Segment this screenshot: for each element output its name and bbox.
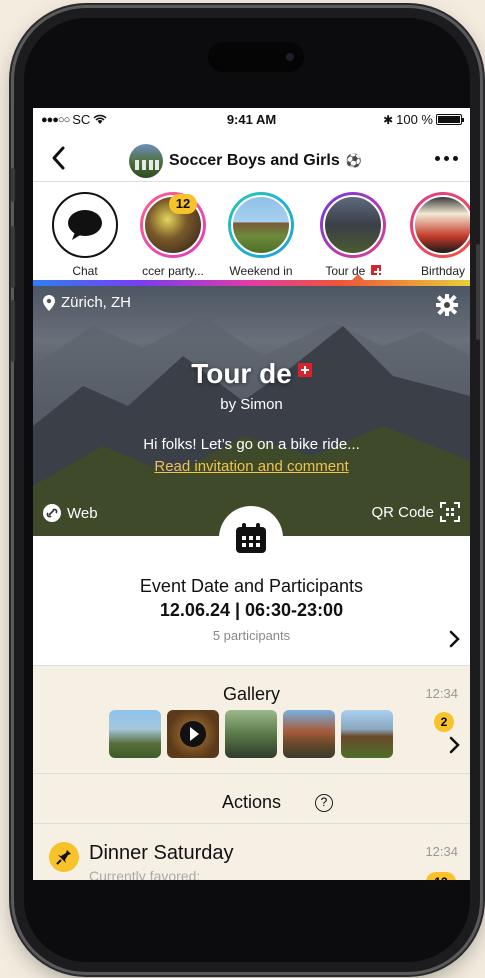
battery-group: ✱ 100 % — [383, 112, 464, 127]
action-subtitle: Currently favored: — [89, 868, 201, 880]
story-ring — [228, 192, 294, 258]
help-icon[interactable]: ? — [315, 794, 333, 812]
story-image — [413, 195, 470, 255]
bluetooth-icon: ✱ — [383, 112, 394, 127]
story-label: ccer party... — [142, 264, 204, 278]
story-label: Chat — [72, 264, 98, 278]
action-timestamp: 12:34 — [425, 844, 458, 859]
web-button[interactable]: Web — [43, 504, 98, 522]
location-text: Zürich, ZH — [61, 294, 132, 311]
group-avatar — [129, 144, 163, 178]
event-description: Hi folks! Let’s go on a bike ride... — [143, 436, 360, 453]
chevron-left-icon[interactable] — [47, 144, 71, 172]
gallery-thumbnail-video[interactable] — [167, 710, 219, 758]
actions-section: Actions ? — [33, 774, 470, 824]
qr-code-icon — [440, 502, 460, 522]
event-date: 12.06.24 | 06:30-23:00 — [159, 600, 344, 620]
play-icon — [180, 721, 206, 747]
gallery-timestamp: 12:34 — [425, 686, 458, 701]
story-badge: 12 — [169, 194, 197, 214]
story-birthday[interactable]: Birthday — [403, 192, 470, 278]
story-image — [231, 195, 291, 255]
chevron-right-icon[interactable] — [448, 736, 460, 754]
gallery-section[interactable]: Gallery 12:34 2 — [33, 666, 470, 774]
web-label: Web — [67, 504, 98, 522]
group-type-icon: ⚽ — [345, 153, 362, 168]
nav-title-group[interactable]: Soccer Boys and Girls ⚽ — [129, 144, 362, 178]
story-label: Birthday — [420, 264, 466, 278]
volume-down-button — [11, 300, 15, 362]
actions-title: Actions — [221, 792, 282, 812]
mute-switch — [11, 168, 15, 202]
link-icon — [43, 504, 61, 522]
status-bar: ●●●○○ SC 9:41 AM ✱ 100 % — [33, 108, 470, 132]
story-image — [323, 195, 383, 255]
gallery-thumbnail[interactable] — [225, 710, 277, 758]
canvas: ●●●○○ SC 9:41 AM ✱ 100 % Soccer Boys and… — [0, 0, 485, 978]
location-pin-icon — [43, 294, 55, 311]
event-author: by Simon — [220, 396, 283, 413]
gallery-thumbnail[interactable] — [283, 710, 335, 758]
qr-code-button[interactable]: QR Code — [371, 502, 460, 522]
gallery-title: Gallery — [222, 684, 280, 704]
event-title: Tour de — [33, 358, 470, 390]
gallery-thumbnails — [109, 710, 393, 758]
story-ring — [410, 192, 470, 258]
calendar-icon — [236, 523, 266, 553]
chat-ring — [52, 192, 118, 258]
page-title: Soccer Boys and Girls — [169, 152, 340, 169]
location-label[interactable]: Zürich, ZH — [43, 294, 131, 311]
story-ring — [320, 192, 386, 258]
app-screen: ●●●○○ SC 9:41 AM ✱ 100 % Soccer Boys and… — [33, 108, 470, 880]
battery-icon — [436, 114, 464, 125]
swiss-flag-icon — [297, 363, 312, 377]
action-count-badge: 12 — [426, 872, 456, 880]
more-icon[interactable] — [435, 156, 458, 161]
gear-icon[interactable] — [436, 294, 458, 316]
battery-percent: 100 % — [396, 112, 433, 127]
power-button — [476, 244, 480, 340]
story-tour-de[interactable]: Tour de — [313, 192, 393, 278]
chat-bubble-icon — [68, 210, 102, 240]
gallery-count-badge: 2 — [434, 712, 454, 732]
story-label: Weekend in — [229, 264, 293, 278]
qr-label: QR Code — [371, 503, 434, 521]
volume-up-button — [11, 226, 15, 288]
nav-bar: Soccer Boys and Girls ⚽ — [33, 134, 470, 182]
action-name: Dinner Saturday — [89, 842, 234, 864]
calendar-badge — [219, 506, 283, 570]
camera-lens — [286, 53, 294, 61]
action-item[interactable]: Dinner Saturday Currently favored: 12:34… — [33, 824, 470, 880]
swiss-flag-icon — [370, 265, 382, 276]
event-hero: Zürich, ZH Tour de by Simon Hi folks! Le… — [33, 286, 470, 536]
chevron-right-icon[interactable] — [448, 630, 460, 648]
story-carousel: Chat 12 ccer party... Weekend in Tour de… — [33, 184, 470, 280]
story-weekend[interactable]: Weekend in — [221, 192, 301, 278]
invitation-link[interactable]: Read invitation and comment — [33, 458, 470, 475]
story-soccer-party[interactable]: 12 ccer party... — [133, 192, 213, 278]
pin-icon — [49, 842, 79, 872]
gallery-thumbnail[interactable] — [341, 710, 393, 758]
gallery-thumbnail[interactable] — [109, 710, 161, 758]
participant-count: 5 participants — [212, 628, 291, 643]
event-section-title: Event Date and Participants — [139, 576, 364, 596]
story-chat[interactable]: Chat — [45, 192, 125, 278]
